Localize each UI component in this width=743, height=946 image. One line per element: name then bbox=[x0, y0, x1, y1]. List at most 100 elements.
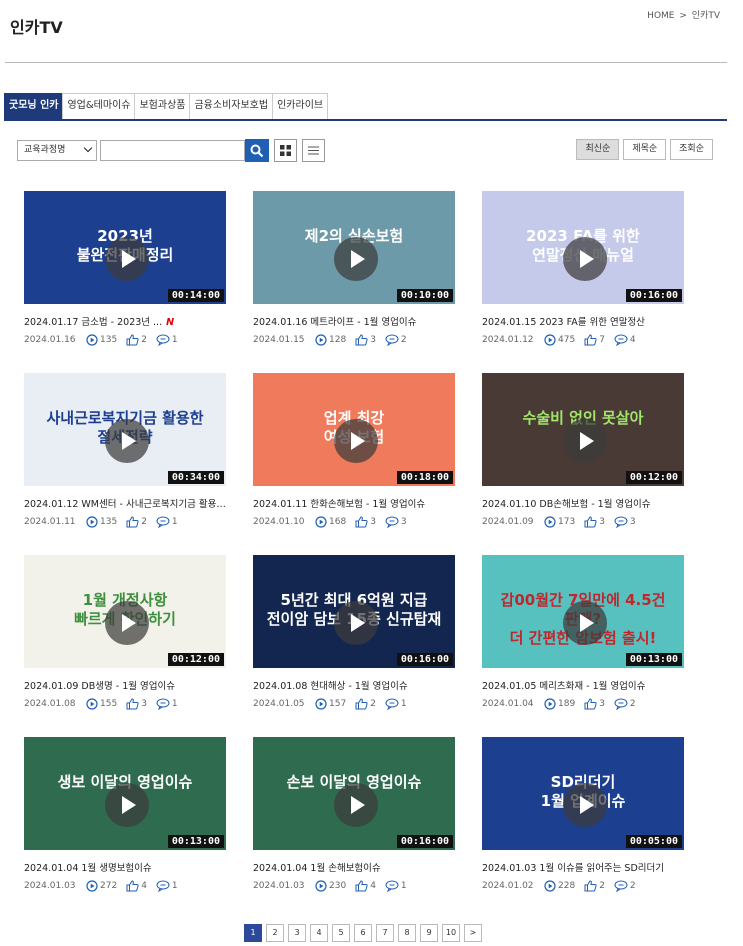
page-1[interactable]: 1 bbox=[244, 924, 262, 942]
view-count-value: 230 bbox=[329, 881, 347, 891]
video-title-text[interactable]: 2024.01.10 DB손해보험 - 1월 영업이슈 bbox=[482, 499, 650, 510]
play-icon[interactable] bbox=[105, 237, 149, 281]
play-icon[interactable] bbox=[563, 601, 607, 645]
search-button[interactable] bbox=[245, 139, 269, 162]
video-title[interactable]: 2024.01.04 1월 손해보험이슈 bbox=[253, 860, 455, 874]
like-icon bbox=[355, 698, 370, 710]
next-page-button[interactable]: > bbox=[464, 924, 482, 942]
video-thumbnail[interactable]: 제2의 실손보험 00:10:00 bbox=[253, 191, 455, 304]
duration-badge: 00:16:00 bbox=[396, 653, 453, 666]
tab-3[interactable]: 보험과상품 bbox=[134, 93, 191, 119]
video-title[interactable]: 2024.01.09 DB생명 - 1월 영업이슈 bbox=[24, 678, 226, 692]
video-card[interactable]: 2023년 불완전판매정리00:14:00 2024.01.17 금소법 - 20… bbox=[24, 191, 226, 346]
video-title-text[interactable]: 2024.01.08 현대해상 - 1월 영업이슈 bbox=[253, 681, 408, 692]
video-card[interactable]: 1월 개정사항 빠르게 확인하기00:12:00 2024.01.09 DB생명 … bbox=[24, 555, 226, 710]
grid-view-button[interactable] bbox=[274, 139, 297, 162]
play-icon[interactable] bbox=[334, 419, 378, 463]
tab-1[interactable]: 굿모닝 인카 bbox=[4, 93, 64, 119]
video-title-text[interactable]: 2024.01.05 메리츠화재 - 1월 영업이슈 bbox=[482, 681, 645, 692]
video-title[interactable]: 2024.01.15 2023 FA를 위한 연말정산 bbox=[482, 314, 684, 328]
video-title[interactable]: 2024.01.11 한화손해보험 - 1월 영업이슈 bbox=[253, 496, 455, 510]
play-icon[interactable] bbox=[563, 419, 607, 463]
video-title[interactable]: 2024.01.08 현대해상 - 1월 영업이슈 bbox=[253, 678, 455, 692]
play-icon[interactable] bbox=[105, 783, 149, 827]
list-icon bbox=[308, 146, 319, 155]
video-thumbnail[interactable]: 수술비 없인 못살아 00:12:00 bbox=[482, 373, 684, 486]
video-title-text[interactable]: 2024.01.03 1월 이슈를 읽어주는 SD리더기 bbox=[482, 863, 664, 874]
tab-2[interactable]: 영업&테마이슈 bbox=[62, 93, 136, 119]
video-card[interactable]: SD리더기 1월 업계이슈00:05:00 2024.01.03 1월 이슈를 읽… bbox=[482, 737, 684, 892]
video-card[interactable]: 손보 이달의 영업이슈 00:16:00 2024.01.04 1월 손해보험이슈 2… bbox=[253, 737, 455, 892]
play-icon[interactable] bbox=[334, 237, 378, 281]
video-title-text[interactable]: 2024.01.04 1월 손해보험이슈 bbox=[253, 863, 381, 874]
play-icon[interactable] bbox=[105, 419, 149, 463]
video-title[interactable]: 2024.01.17 금소법 - 2023년 ... N bbox=[24, 314, 226, 328]
tab-4[interactable]: 금융소비자보호법 bbox=[189, 93, 274, 119]
play-icon[interactable] bbox=[563, 783, 607, 827]
page-4[interactable]: 4 bbox=[310, 924, 328, 942]
video-title[interactable]: 2024.01.03 1월 이슈를 읽어주는 SD리더기 bbox=[482, 860, 684, 874]
play-icon[interactable] bbox=[105, 601, 149, 645]
page-10[interactable]: 10 bbox=[442, 924, 460, 942]
page-5[interactable]: 5 bbox=[332, 924, 350, 942]
video-title[interactable]: 2024.01.04 1월 생명보험이슈 bbox=[24, 860, 226, 874]
page-7[interactable]: 7 bbox=[376, 924, 394, 942]
video-title[interactable]: 2024.01.10 DB손해보험 - 1월 영업이슈 bbox=[482, 496, 684, 510]
sort-button-2[interactable]: 제목순 bbox=[623, 139, 667, 160]
video-title[interactable]: 2024.01.16 메트라이프 - 1월 영업이슈 bbox=[253, 314, 455, 328]
play-icon[interactable] bbox=[563, 237, 607, 281]
page-8[interactable]: 8 bbox=[398, 924, 416, 942]
video-thumbnail[interactable]: 사내근로복지기금 활용한 절세전략00:34:00 bbox=[24, 373, 226, 486]
breadcrumb: HOME > 인카TV bbox=[646, 8, 721, 21]
video-card[interactable]: 생보 이달의 영업이슈 00:13:00 2024.01.04 1월 생명보험이슈 2… bbox=[24, 737, 226, 892]
video-title-text[interactable]: 2024.01.12 WM센터 - 사내근로복지기금 활용한 절... bbox=[24, 499, 226, 510]
page-9[interactable]: 9 bbox=[420, 924, 438, 942]
like-count-value: 3 bbox=[599, 517, 605, 527]
page-6[interactable]: 6 bbox=[354, 924, 372, 942]
video-title-text[interactable]: 2024.01.09 DB생명 - 1월 영업이슈 bbox=[24, 681, 175, 692]
video-card[interactable]: 5년간 최대 6억원 지급 전이암 담보 15종 신규탑재00:16:00 202… bbox=[253, 555, 455, 710]
video-title-text[interactable]: 2024.01.04 1월 생명보험이슈 bbox=[24, 863, 152, 874]
video-thumbnail[interactable]: 갑00월간 7일만에 4.5건 판매? 더 간편한 암보험 출시!00:13:0… bbox=[482, 555, 684, 668]
search-input[interactable] bbox=[100, 140, 245, 161]
video-title[interactable]: 2024.01.05 메리츠화재 - 1월 영업이슈 bbox=[482, 678, 684, 692]
video-thumbnail[interactable]: 2023 FA를 위한 연말정산 매뉴얼 00:16:00 bbox=[482, 191, 684, 304]
video-thumbnail[interactable]: 5년간 최대 6억원 지급 전이암 담보 15종 신규탑재00:16:00 bbox=[253, 555, 455, 668]
video-title-text[interactable]: 2024.01.11 한화손해보험 - 1월 영업이슈 bbox=[253, 499, 425, 510]
comment-count-value: 3 bbox=[629, 517, 636, 527]
sort-button-3[interactable]: 조회순 bbox=[670, 139, 713, 160]
video-thumbnail[interactable]: 2023년 불완전판매정리00:14:00 bbox=[24, 191, 226, 304]
play-icon[interactable] bbox=[334, 601, 378, 645]
play-icon[interactable] bbox=[334, 783, 378, 827]
video-card[interactable]: 업계 최강 여성 보험00:18:00 2024.01.11 한화손해보험 - 1… bbox=[253, 373, 455, 528]
video-title[interactable]: 2024.01.12 WM센터 - 사내근로복지기금 활용한 절... bbox=[24, 496, 226, 510]
sort-button-1[interactable]: 최신순 bbox=[576, 139, 620, 160]
comment-icon bbox=[156, 334, 172, 346]
search-toolbar: 교육과정명 bbox=[17, 139, 325, 162]
video-card[interactable]: 2023 FA를 위한 연말정산 매뉴얼 00:16:00 2024.01.15 2… bbox=[482, 191, 684, 346]
like-count: 4 bbox=[126, 880, 147, 892]
video-thumbnail[interactable]: 업계 최강 여성 보험00:18:00 bbox=[253, 373, 455, 486]
video-thumbnail[interactable]: 손보 이달의 영업이슈 00:16:00 bbox=[253, 737, 455, 850]
tab-5[interactable]: 인카라이브 bbox=[272, 93, 329, 119]
page-2[interactable]: 2 bbox=[266, 924, 284, 942]
video-card[interactable]: 사내근로복지기금 활용한 절세전략00:34:00 2024.01.12 WM센터… bbox=[24, 373, 226, 528]
breadcrumb-home[interactable]: HOME bbox=[647, 11, 674, 21]
like-count: 3 bbox=[584, 698, 605, 710]
video-thumbnail[interactable]: SD리더기 1월 업계이슈00:05:00 bbox=[482, 737, 684, 850]
comment-icon bbox=[385, 334, 401, 346]
video-thumbnail[interactable]: 1월 개정사항 빠르게 확인하기00:12:00 bbox=[24, 555, 226, 668]
category-select[interactable]: 교육과정명 bbox=[17, 140, 97, 161]
list-view-button[interactable] bbox=[302, 139, 325, 162]
video-card[interactable]: 제2의 실손보험 00:10:00 2024.01.16 메트라이프 - 1월 영업… bbox=[253, 191, 455, 346]
video-thumbnail[interactable]: 생보 이달의 영업이슈 00:13:00 bbox=[24, 737, 226, 850]
page-3[interactable]: 3 bbox=[288, 924, 306, 942]
view-count-value: 475 bbox=[558, 335, 576, 345]
video-card[interactable]: 수술비 없인 못살아 00:12:00 2024.01.10 DB손해보험 - 1월… bbox=[482, 373, 684, 528]
video-title-text[interactable]: 2024.01.17 금소법 - 2023년 ... bbox=[24, 317, 162, 328]
video-title-text[interactable]: 2024.01.16 메트라이프 - 1월 영업이슈 bbox=[253, 317, 416, 328]
video-card[interactable]: 갑00월간 7일만에 4.5건 판매? 더 간편한 암보험 출시!00:13:0… bbox=[482, 555, 684, 710]
like-count: 2 bbox=[126, 516, 147, 528]
video-title-text[interactable]: 2024.01.15 2023 FA를 위한 연말정산 bbox=[482, 317, 645, 328]
comment-icon bbox=[385, 880, 401, 892]
